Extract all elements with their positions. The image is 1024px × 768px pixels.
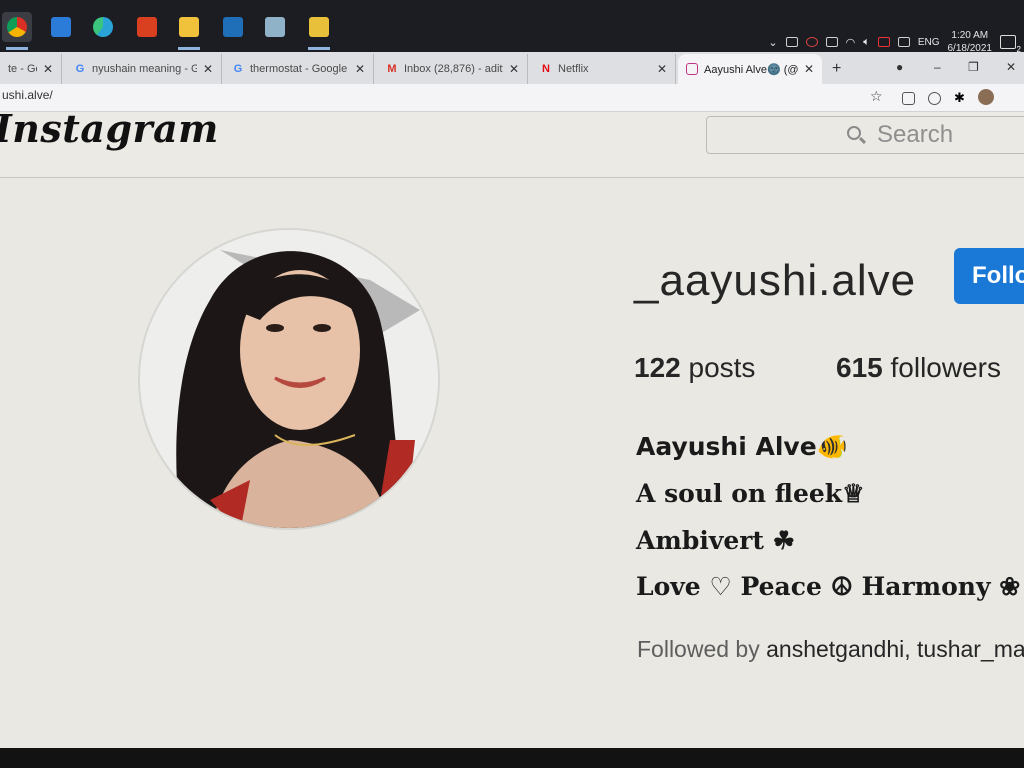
tab-search-icon[interactable]: ● [896, 60, 903, 74]
stickies-icon [309, 17, 329, 37]
new-tab-button[interactable]: + [832, 60, 841, 78]
bio-line: Love ♡ Peace ☮ Harmony ❀ [636, 572, 1021, 601]
profile-photo-illustration [176, 250, 420, 528]
app-icon [223, 17, 243, 37]
search-placeholder: Search [877, 121, 954, 148]
close-tab-icon[interactable]: ✕ [355, 62, 365, 76]
browser-tab[interactable]: N Netflix ✕ [532, 54, 676, 84]
tab-title: nyushain meaning - G [92, 63, 197, 75]
bio-line: A soul on fleek♕ [636, 479, 865, 508]
edge-taskbar-button[interactable] [88, 12, 118, 42]
close-tab-icon[interactable]: ✕ [804, 62, 814, 76]
close-window-icon[interactable]: ✕ [1006, 60, 1016, 74]
chrome-icon [7, 17, 27, 37]
office-taskbar-button[interactable] [132, 12, 162, 42]
minimize-icon[interactable]: – [934, 60, 941, 74]
bio-line: Ambivert ☘ [636, 526, 796, 555]
puzzle-icon[interactable]: ✱ [954, 92, 967, 105]
followed-by[interactable]: Followed by anshetgandhi, tushar_ma [637, 636, 1024, 663]
close-tab-icon[interactable]: ✕ [509, 62, 519, 76]
dropbox-icon[interactable] [877, 37, 890, 47]
notification-icon[interactable]: 2 [1000, 35, 1021, 54]
browser-tab[interactable]: G nyushain meaning - G ✕ [66, 54, 222, 84]
followed-by-users[interactable]: anshetgandhi, tushar_ma [766, 636, 1024, 662]
followed-by-label: Followed by [637, 636, 760, 662]
wifi-icon[interactable]: ◠ [846, 36, 856, 49]
chevron-up-icon[interactable]: ⌄ [768, 36, 777, 49]
system-tray: ⌄ ◠ 🔈︎ ENG 1:20 AM 6/18/2021 2 [768, 30, 1024, 54]
netflix-icon: N [542, 63, 550, 75]
notepad-taskbar-button[interactable] [260, 12, 290, 42]
close-tab-icon[interactable]: ✕ [43, 62, 53, 76]
followers-label: followers [890, 352, 1001, 383]
tab-title: Aayushi Alve🌚 (@_aa [704, 63, 798, 76]
profile-avatar-icon[interactable] [978, 89, 994, 105]
browser-tab-active[interactable]: Aayushi Alve🌚 (@_aa ✕ [678, 54, 822, 84]
instagram-icon [686, 63, 698, 75]
posts-stat: 122 posts [634, 352, 755, 384]
close-tab-icon[interactable]: ✕ [657, 62, 667, 76]
tab-title: te - Go [8, 63, 37, 75]
profile-picture[interactable] [138, 228, 440, 530]
google-icon: G [75, 63, 85, 75]
posts-label: posts [688, 352, 756, 383]
mail-taskbar-button[interactable] [46, 12, 76, 42]
camera-icon[interactable] [785, 37, 798, 47]
extension-icon[interactable] [902, 92, 915, 105]
edge-icon [93, 17, 113, 37]
windows-taskbar: ⌄ ◠ 🔈︎ ENG 1:20 AM 6/18/2021 2 [0, 0, 1024, 56]
speaker-icon[interactable]: 🔈︎ [863, 36, 870, 49]
posts-count: 122 [634, 352, 681, 383]
profile-username: _aayushi.alve [634, 256, 917, 305]
followers-count: 615 [836, 352, 883, 383]
browser-tab[interactable]: M Inbox (28,876) - aditya ✕ [378, 54, 528, 84]
tab-title: thermostat - Google S [250, 63, 349, 75]
bio-full-name: Aayushi Alve🐠 [636, 432, 848, 461]
address-bar[interactable]: ushi.alve/ [2, 88, 53, 102]
gmail-icon: M [387, 63, 397, 75]
security-icon[interactable] [805, 37, 818, 47]
office-icon [137, 17, 157, 37]
instagram-header: Instagram Search [0, 106, 1024, 178]
instagram-logo[interactable]: Instagram [0, 106, 219, 151]
bookmark-star-icon[interactable]: ☆ [870, 89, 883, 105]
monitor-bezel [0, 748, 1024, 768]
file-explorer-taskbar-button[interactable] [174, 12, 204, 50]
browser-tab-strip: te - Go ✕ G nyushain meaning - G ✕ G the… [0, 52, 1024, 86]
tab-title: Inbox (28,876) - aditya [404, 63, 503, 75]
maximize-icon[interactable]: ❐ [968, 60, 979, 74]
language-indicator[interactable]: ENG [918, 37, 940, 48]
battery-icon[interactable] [825, 37, 838, 47]
search-icon [847, 126, 861, 140]
mail-icon [51, 17, 71, 37]
follow-button[interactable]: Follow [954, 248, 1024, 304]
file-explorer-icon [179, 17, 199, 37]
screen: ⌄ ◠ 🔈︎ ENG 1:20 AM 6/18/2021 2 te - Go ✕… [0, 0, 1024, 768]
close-tab-icon[interactable]: ✕ [203, 62, 213, 76]
robot-extension-icon[interactable] [928, 92, 941, 105]
notepad-icon [265, 17, 285, 37]
browser-tab[interactable]: te - Go ✕ [0, 54, 62, 84]
app-taskbar-button[interactable] [218, 12, 248, 42]
stickies-taskbar-button[interactable] [304, 12, 334, 50]
clock-time: 1:20 AM [951, 30, 989, 41]
google-icon: G [233, 63, 243, 75]
keyboard-icon[interactable] [897, 37, 910, 47]
search-input[interactable]: Search [706, 116, 1024, 154]
browser-tab[interactable]: G thermostat - Google S ✕ [224, 54, 374, 84]
followers-stat[interactable]: 615 followers [836, 352, 1001, 384]
chrome-taskbar-button[interactable] [2, 12, 32, 50]
tab-title: Netflix [558, 63, 589, 75]
